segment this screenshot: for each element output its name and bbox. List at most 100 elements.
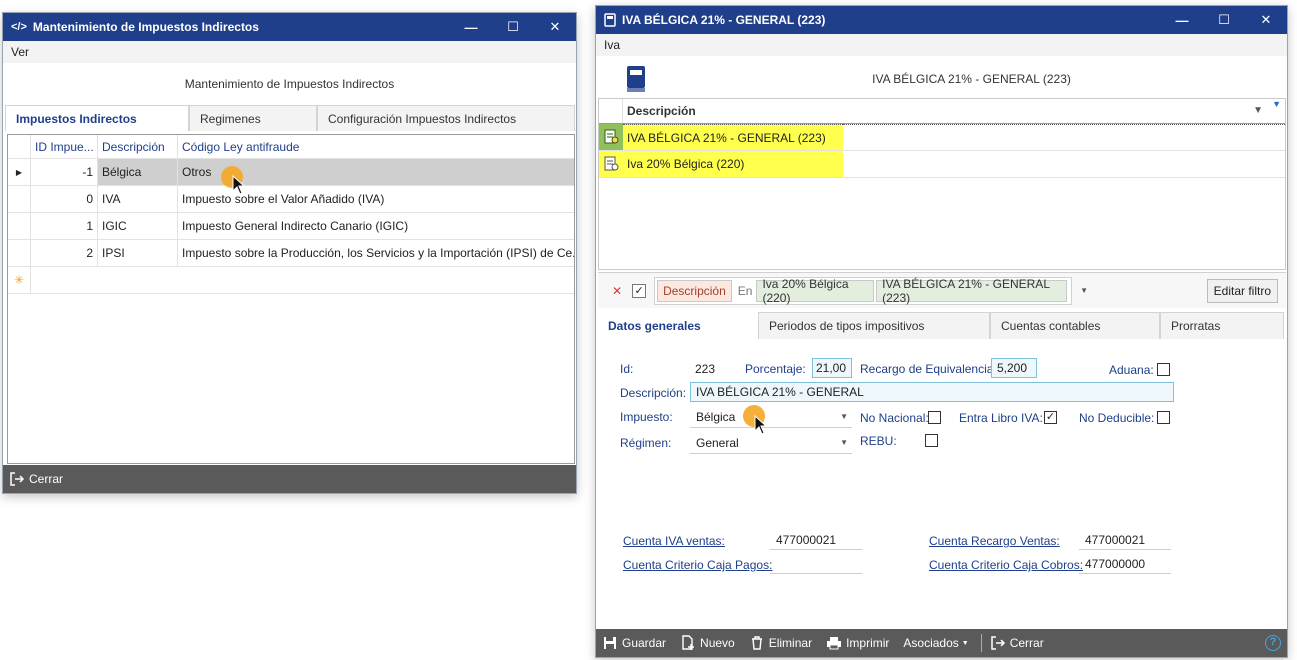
code-icon: </> — [11, 21, 27, 33]
cuenta-iva-ventas-link[interactable]: Cuenta IVA ventas: — [623, 534, 725, 548]
filter-value-chip[interactable]: Iva 20% Bélgica (220) — [756, 277, 875, 305]
cuenta-iva-ventas-value[interactable]: 477000021 — [770, 533, 862, 550]
tab-label: Configuración Impuestos Indirectos — [328, 111, 517, 126]
table-row[interactable]: ▶ -1 Bélgica Otros — [8, 159, 574, 186]
minimize-icon[interactable]: — — [1161, 6, 1203, 34]
list-item-label: IVA BÉLGICA 21% - GENERAL (223) — [623, 124, 843, 150]
col-codigo[interactable]: Código Ley antifraude — [178, 135, 574, 158]
tab-prorratas[interactable]: Prorratas — [1160, 312, 1284, 339]
imprimir-button[interactable]: Imprimir — [826, 635, 889, 651]
cuenta-caja-pagos-link[interactable]: Cuenta Criterio Caja Pagos: — [623, 558, 772, 572]
editar-filtro-label: Editar filtro — [1213, 283, 1271, 298]
col-descripcion[interactable]: Descripción — [98, 135, 178, 158]
filter-dropdown-icon[interactable]: ▼ — [1080, 286, 1088, 295]
taxes-grid: ID Impue... Descripción Código Ley antif… — [7, 134, 575, 464]
maximize-icon[interactable]: ☐ — [492, 13, 534, 41]
records-list: Descripción ▼ ▼ IVA BÉLGICA 21% - GENERA… — [598, 98, 1286, 270]
clear-filter-icon[interactable]: ✕ — [612, 284, 622, 298]
no-nacional-label: No Nacional: — [860, 411, 929, 425]
recargo-input[interactable]: 5,200 — [991, 358, 1037, 378]
guardar-button[interactable]: Guardar — [602, 635, 666, 651]
list-item[interactable]: IVA BÉLGICA 21% - GENERAL (223) — [599, 124, 1285, 151]
cuenta-caja-pagos-value[interactable] — [770, 557, 862, 574]
descripcion-label: Descripción: — [620, 386, 687, 400]
list-item-fill — [843, 151, 1285, 177]
cell-id: 0 — [31, 186, 98, 212]
cerrar-button[interactable]: Cerrar — [9, 471, 63, 487]
enable-filter-checkbox[interactable]: ✓ — [632, 283, 647, 298]
table-row[interactable]: 0 IVA Impuesto sobre el Valor Añadido (I… — [8, 186, 574, 213]
eliminar-button[interactable]: Eliminar — [749, 635, 812, 651]
new-row[interactable]: ✳ — [8, 267, 574, 294]
guardar-label: Guardar — [622, 636, 667, 650]
no-nacional-checkbox[interactable] — [928, 411, 941, 424]
new-document-icon — [682, 635, 695, 650]
tab-cuentas-contables[interactable]: Cuentas contables — [990, 312, 1160, 339]
cuenta-recargo-ventas-value[interactable]: 477000021 — [1079, 533, 1171, 550]
save-icon — [604, 637, 616, 649]
detail-tabs: Datos generales Periodos de tipos imposi… — [598, 312, 1286, 339]
tax-maintenance-window: </> Mantenimiento de Impuestos Indirecto… — [2, 12, 577, 494]
table-row[interactable]: 2 IPSI Impuesto sobre la Producción, los… — [8, 240, 574, 267]
book-icon — [604, 13, 616, 27]
filter-expression[interactable]: Descripción En Iva 20% Bélgica (220) IVA… — [654, 276, 1073, 305]
col-id[interactable]: ID Impue... — [31, 135, 98, 158]
asociados-dropdown[interactable]: Asociados ▼ — [903, 636, 968, 650]
right-title-bar[interactable]: IVA BÉLGICA 21% - GENERAL (223) — ☐ ✕ — [596, 6, 1287, 34]
editar-filtro-button[interactable]: Editar filtro — [1206, 278, 1278, 303]
printer-icon — [827, 637, 842, 650]
cell-id: -1 — [31, 159, 98, 185]
row-indicator — [8, 240, 31, 266]
tab-impuestos-indirectos[interactable]: Impuestos Indirectos — [5, 105, 189, 131]
cell-descripcion: IGIC — [98, 213, 178, 239]
menu-ver[interactable]: Ver — [11, 45, 29, 59]
tab-periodos[interactable]: Periodos de tipos impositivos — [758, 312, 990, 339]
rebu-checkbox[interactable] — [925, 434, 938, 447]
regimen-value: General — [696, 435, 739, 450]
table-row[interactable]: 1 IGIC Impuesto General Indirecto Canari… — [8, 213, 574, 240]
help-icon[interactable]: ? — [1265, 635, 1281, 651]
window-title: IVA BÉLGICA 21% - GENERAL (223) — [622, 13, 826, 27]
cuenta-recargo-ventas-link[interactable]: Cuenta Recargo Ventas: — [929, 534, 1060, 548]
regimen-select[interactable]: General ▼ — [690, 432, 852, 454]
impuesto-select[interactable]: Bélgica ▼ — [690, 406, 852, 428]
id-label: Id: — [620, 362, 634, 376]
descripcion-input[interactable]: IVA BÉLGICA 21% - GENERAL — [690, 382, 1174, 402]
no-deducible-checkbox[interactable] — [1157, 411, 1170, 424]
list-item[interactable]: Iva 20% Bélgica (220) — [599, 151, 1285, 178]
list-item-fill — [843, 124, 1285, 150]
filter-icon[interactable]: ▼ — [1272, 99, 1281, 109]
iva-detail-window: IVA BÉLGICA 21% - GENERAL (223) — ☐ ✕ Iv… — [595, 5, 1288, 658]
cerrar-button[interactable]: Cerrar — [990, 635, 1044, 651]
exit-icon — [990, 636, 1005, 650]
nuevo-button[interactable]: Nuevo — [680, 635, 735, 651]
left-title-bar[interactable]: </> Mantenimiento de Impuestos Indirecto… — [3, 13, 576, 41]
row-indicator — [8, 213, 31, 239]
cuenta-caja-cobros-link[interactable]: Cuenta Criterio Caja Cobros: — [929, 558, 1083, 572]
porcentaje-input[interactable]: 21,00 — [812, 358, 852, 378]
row-indicator — [8, 186, 31, 212]
maximize-icon[interactable]: ☐ — [1203, 6, 1245, 34]
entra-libro-checkbox[interactable]: ✓ — [1044, 411, 1057, 424]
minimize-icon[interactable]: — — [450, 13, 492, 41]
filter-value-chip[interactable]: IVA BÉLGICA 21% - GENERAL (223) — [876, 277, 1068, 305]
tab-configuracion[interactable]: Configuración Impuestos Indirectos — [317, 105, 575, 131]
id-value: 223 — [695, 362, 716, 376]
impuesto-label: Impuesto: — [620, 410, 673, 424]
tab-label: Periodos de tipos impositivos — [769, 319, 925, 333]
list-indicator-header — [599, 99, 623, 123]
tab-datos-generales[interactable]: Datos generales — [598, 312, 758, 339]
cuenta-caja-cobros-value[interactable]: 477000000 — [1079, 557, 1171, 574]
filter-field-chip[interactable]: Descripción — [657, 279, 732, 302]
imprimir-label: Imprimir — [846, 636, 890, 650]
tab-regimenes[interactable]: Regimenes — [189, 105, 317, 131]
menu-iva[interactable]: Iva — [604, 38, 620, 52]
col-descripcion[interactable]: Descripción — [623, 99, 1285, 123]
mouse-pointer-icon — [232, 175, 246, 195]
right-menu-bar: Iva — [596, 34, 1287, 56]
close-icon[interactable]: ✕ — [534, 13, 576, 41]
close-icon[interactable]: ✕ — [1245, 6, 1287, 34]
sort-arrow-icon[interactable]: ▼ — [1253, 105, 1263, 116]
aduana-checkbox[interactable] — [1157, 363, 1170, 376]
chevron-down-icon: ▼ — [840, 412, 848, 421]
